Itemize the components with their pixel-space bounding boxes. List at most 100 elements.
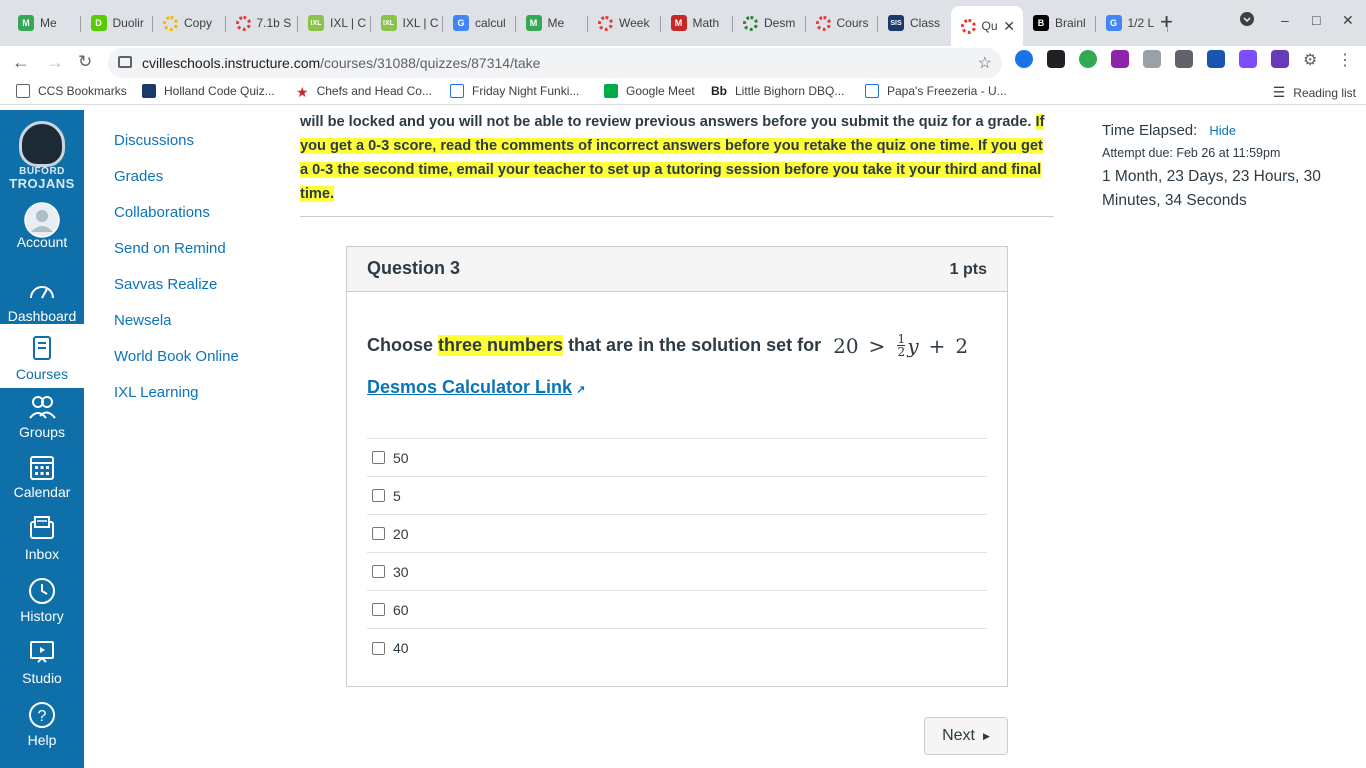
nav-groups[interactable]: Groups <box>0 392 84 440</box>
course-nav-newsela[interactable]: Newsela <box>114 312 172 329</box>
tab-title: Copy <box>184 16 213 30</box>
nav-studio[interactable]: Studio <box>0 638 84 686</box>
bookmark-item[interactable]: Bb Little Bighorn DBQ... <box>711 84 844 98</box>
bookmark-item[interactable]: Papa's Freezeria - U... <box>865 84 1007 98</box>
tab-active[interactable]: Qu ✕ <box>950 6 1023 46</box>
answer-checkbox[interactable] <box>372 565 385 578</box>
lock-icon <box>118 56 132 68</box>
address-bar[interactable]: cvilleschools.instructure.com/courses/31… <box>108 48 1002 78</box>
groups-icon <box>27 392 57 422</box>
course-nav-grades[interactable]: Grades <box>114 168 163 185</box>
answer-option[interactable]: 60 <box>367 591 987 629</box>
quiz-timer: Time Elapsed: Hide Attempt due: Feb 26 at… <box>1102 122 1352 213</box>
hide-timer-link[interactable]: Hide <box>1209 123 1236 138</box>
browser-tab[interactable]: Copy <box>153 8 226 38</box>
bookmark-folder[interactable]: CCS Bookmarks <box>16 84 127 98</box>
extension-cast-icon[interactable] <box>1143 50 1161 68</box>
tab-favicon-icon <box>235 15 251 31</box>
tab-favicon-icon: M <box>525 15 542 31</box>
qr-code-icon[interactable] <box>1047 50 1065 68</box>
course-nav-savvas-realize[interactable]: Savvas Realize <box>114 276 217 293</box>
extension-grey-icon[interactable] <box>1175 50 1193 68</box>
extension-green-icon[interactable] <box>1079 50 1097 68</box>
answer-checkbox[interactable] <box>372 641 385 655</box>
bookmark-item[interactable]: Holland Code Quiz... <box>142 84 275 98</box>
menu-kebab-icon[interactable]: ⋮ <box>1337 50 1355 69</box>
answer-checkbox[interactable] <box>372 527 385 540</box>
reload-icon[interactable]: ↻ <box>78 52 92 72</box>
quiz-instructions: will be locked and you will not be able … <box>300 114 1045 202</box>
puzzle-extensions-icon[interactable]: ⚙ <box>1303 50 1321 69</box>
browser-tab[interactable]: G 1/2 L <box>1096 8 1168 38</box>
elapsed-time: 1 Month, 23 Days, 23 Hours, 30 Minutes, … <box>1102 168 1321 209</box>
bookmark-item[interactable]: Friday Night Funki... <box>450 84 579 98</box>
new-tab-button[interactable]: + <box>1160 11 1173 33</box>
tab-title: Me <box>547 16 565 30</box>
answer-option[interactable]: 5 <box>367 477 987 515</box>
answer-checkbox[interactable] <box>372 489 385 502</box>
back-icon[interactable]: ← <box>12 52 30 73</box>
course-nav-discussions[interactable]: Discussions <box>114 132 194 149</box>
extension-rw-icon[interactable] <box>1111 50 1129 68</box>
browser-tab[interactable]: M Math <box>661 8 733 38</box>
browser-tab[interactable]: B Brainl <box>1023 8 1096 38</box>
browser-tab[interactable]: M Me <box>516 8 588 38</box>
extension-blue-icon[interactable] <box>1207 50 1225 68</box>
minimize-icon[interactable]: – <box>1281 12 1289 28</box>
answer-option[interactable]: 30 <box>367 553 987 591</box>
browser-tab[interactable]: IXL IXL | C <box>371 8 443 38</box>
nav-help[interactable]: ? Help <box>0 700 84 748</box>
pdf-extension-icon[interactable] <box>1271 50 1289 68</box>
extension-shield-icon[interactable] <box>1015 50 1033 68</box>
browser-tab[interactable]: M Me <box>8 8 81 38</box>
browser-tab[interactable]: IXL IXL | C <box>298 8 371 38</box>
browser-tab[interactable]: D Duolir <box>81 8 153 38</box>
answer-option[interactable]: 20 <box>367 515 987 553</box>
nav-dashboard[interactable]: Dashboard <box>0 276 84 324</box>
answer-checkbox[interactable] <box>372 451 385 464</box>
question-title: Question 3 <box>367 258 461 278</box>
course-nav-collaborations[interactable]: Collaborations <box>114 204 210 221</box>
caret-right-icon: ▶ <box>982 730 990 741</box>
answer-option[interactable]: 40 <box>367 629 987 667</box>
answer-option[interactable]: 50 <box>367 439 987 477</box>
tab-title: 1/2 L <box>1127 16 1155 30</box>
maximize-icon[interactable]: □ <box>1312 12 1320 28</box>
nav-history[interactable]: History <box>0 576 84 624</box>
course-nav-world-book-online[interactable]: World Book Online <box>114 348 239 365</box>
answer-checkbox[interactable] <box>372 603 385 616</box>
browser-tab[interactable]: Gcalcul <box>443 8 516 38</box>
reading-list-button[interactable]: ☰ Reading list <box>1273 84 1356 101</box>
question-text: Choose three numbers that are in the sol… <box>367 332 969 359</box>
blackboard-icon: Bb <box>711 84 727 98</box>
course-nav-send-on-remind[interactable]: Send on Remind <box>114 240 226 257</box>
bookmark-item[interactable]: ★ Chefs and Head Co... <box>296 84 432 100</box>
nav-account[interactable]: Account <box>0 202 84 250</box>
tab-title: Week <box>619 16 650 30</box>
browser-tab[interactable]: Week <box>588 8 661 38</box>
time-elapsed-label: Time Elapsed: <box>1102 122 1198 139</box>
inbox-icon <box>27 514 57 544</box>
tab-favicon-icon <box>815 15 831 31</box>
course-nav-ixl-learning[interactable]: IXL Learning <box>114 384 199 401</box>
bookmark-item[interactable]: Google Meet <box>604 84 695 98</box>
browser-tab[interactable]: Desm <box>733 8 806 38</box>
nav-inbox[interactable]: Inbox <box>0 514 84 562</box>
close-tab-icon[interactable]: ✕ <box>1003 18 1015 35</box>
next-button[interactable]: Next ▶ <box>924 717 1008 755</box>
fraction: 1 2 <box>897 332 906 359</box>
tab-title: IXL | C <box>330 16 367 30</box>
school-logo[interactable]: BUFORD TROJANS <box>4 114 80 190</box>
highlighted-phrase: three numbers <box>438 335 564 356</box>
tab-favicon-icon: D <box>90 15 107 31</box>
desmos-calculator-link[interactable]: Desmos Calculator Link ↗ <box>367 377 585 398</box>
browser-tab[interactable]: 7.1b S <box>226 8 298 38</box>
nav-calendar[interactable]: Calendar <box>0 452 84 500</box>
browser-tab[interactable]: SIS Class <box>878 8 951 38</box>
close-window-icon[interactable]: ✕ <box>1342 12 1354 29</box>
browser-tab[interactable]: Cours <box>806 8 878 38</box>
nav-courses[interactable]: Courses <box>0 324 84 388</box>
extension-purple-icon[interactable] <box>1239 50 1257 68</box>
bookmark-star-icon[interactable]: ☆ <box>978 53 992 73</box>
tab-search-icon[interactable] <box>1240 12 1254 29</box>
